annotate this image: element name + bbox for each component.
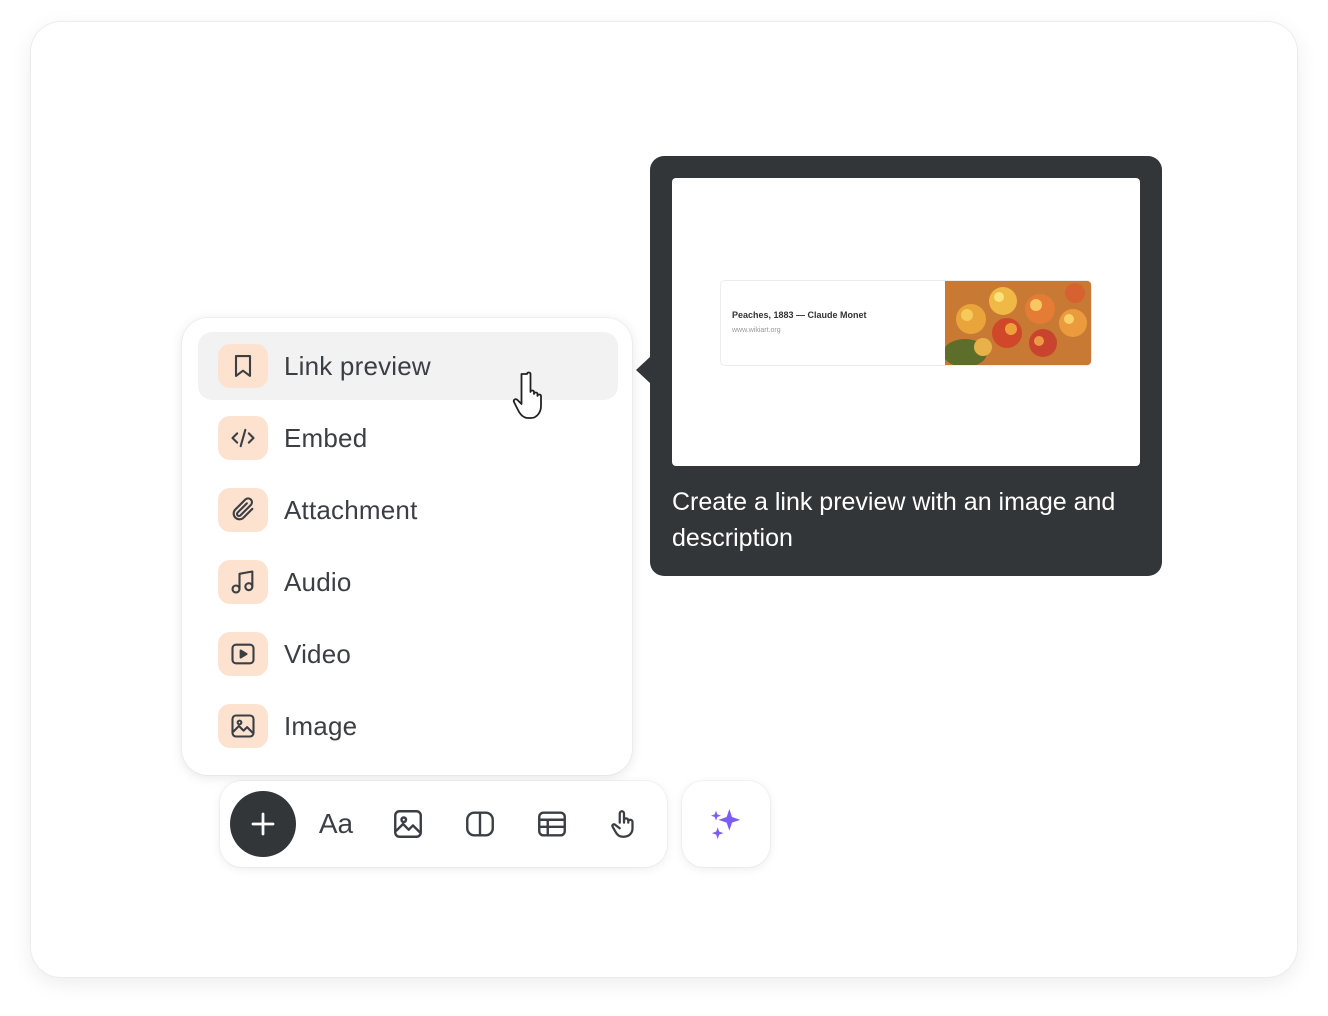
tooltip-preview-image: Peaches, 1883 — Claude Monet www.wikiart… bbox=[672, 178, 1140, 466]
text-style-icon: Aa bbox=[318, 808, 354, 839]
link-preview-title: Peaches, 1883 — Claude Monet bbox=[732, 310, 867, 320]
bottom-toolbar: Aa bbox=[220, 781, 667, 867]
ai-assist-button[interactable] bbox=[682, 781, 770, 867]
sparkles-icon bbox=[711, 809, 741, 839]
interaction-button[interactable] bbox=[604, 804, 644, 844]
columns-button[interactable] bbox=[460, 804, 500, 844]
music-note-icon bbox=[218, 560, 268, 604]
menu-item-image[interactable]: Image bbox=[198, 692, 618, 760]
link-preview-url: www.wikiart.org bbox=[732, 327, 781, 334]
hand-cursor-icon bbox=[512, 371, 542, 419]
columns-icon bbox=[466, 811, 494, 837]
menu-item-label: Image bbox=[284, 710, 358, 741]
menu-item-attachment[interactable]: Attachment bbox=[198, 476, 618, 544]
menu-item-audio[interactable]: Audio bbox=[198, 548, 618, 616]
plus-icon bbox=[251, 812, 275, 836]
insert-menu: Link preview Embed Attachment Audio Vide… bbox=[182, 318, 632, 775]
tooltip-description: Create a link preview with an image and … bbox=[672, 488, 1116, 552]
pointer-hand-icon bbox=[611, 810, 634, 838]
bookmark-icon bbox=[218, 344, 268, 388]
table-button[interactable] bbox=[532, 804, 572, 844]
code-icon bbox=[218, 416, 268, 460]
menu-item-label: Embed bbox=[284, 422, 368, 453]
link-preview-tooltip: Peaches, 1883 — Claude Monet www.wikiart… bbox=[650, 156, 1162, 576]
menu-item-label: Attachment bbox=[284, 494, 418, 525]
insert-image-button[interactable] bbox=[388, 804, 428, 844]
table-icon bbox=[538, 811, 566, 837]
image-icon bbox=[218, 704, 268, 748]
tooltip-arrow bbox=[636, 356, 651, 384]
link-preview-card: Peaches, 1883 — Claude Monet www.wikiart… bbox=[720, 280, 1092, 366]
menu-item-label: Audio bbox=[284, 566, 352, 597]
text-style-button[interactable]: Aa bbox=[316, 804, 356, 844]
menu-item-label: Video bbox=[284, 638, 352, 669]
play-icon bbox=[218, 632, 268, 676]
image-icon bbox=[394, 810, 422, 838]
paperclip-icon bbox=[218, 488, 268, 532]
menu-item-label: Link preview bbox=[284, 350, 431, 381]
menu-item-video[interactable]: Video bbox=[198, 620, 618, 688]
add-block-button[interactable] bbox=[230, 791, 296, 857]
peaches-thumbnail-image bbox=[945, 281, 1091, 365]
